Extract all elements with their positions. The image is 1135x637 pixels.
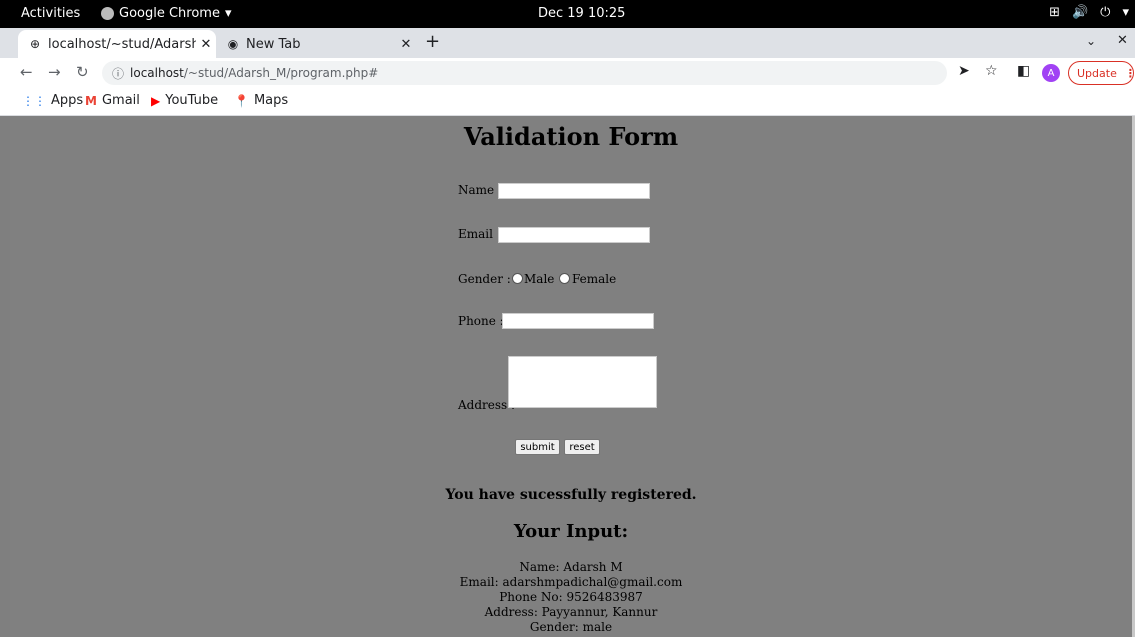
info-icon[interactable]: ⓘ	[112, 65, 124, 82]
profile-avatar[interactable]: A	[1042, 64, 1060, 82]
send-icon[interactable]: ➤	[958, 63, 970, 79]
tab-new-tab[interactable]: ◉ New Tab ✕	[218, 30, 416, 58]
new-tab-button[interactable]: +	[425, 31, 440, 52]
window-close-icon[interactable]: ✕	[1117, 33, 1128, 48]
youtube-icon: ▶	[151, 93, 161, 108]
caret-down-icon: ▾	[224, 6, 232, 21]
address-label: Address :	[458, 398, 516, 412]
name-label: Name :	[458, 183, 502, 197]
name-input[interactable]	[498, 183, 650, 199]
result-email: Email: adarshmpadichal@gmail.com	[459, 575, 683, 589]
bookmark-apps[interactable]: ⋮⋮ Apps	[22, 93, 83, 108]
bookmarks-bar: ⋮⋮ Apps M Gmail ▶ YouTube 📍 Maps	[0, 88, 1135, 116]
email-input[interactable]	[498, 227, 650, 243]
tab-search-chevron-icon[interactable]: ⌄	[1086, 34, 1096, 48]
activities-button[interactable]: Activities	[21, 6, 80, 21]
back-arrow-icon[interactable]: ←	[20, 63, 33, 81]
email-label: Email :	[458, 227, 501, 241]
globe-icon: ⊕	[29, 37, 41, 51]
apps-grid-icon: ⋮⋮	[22, 93, 46, 108]
gender-male-radio[interactable]	[512, 273, 523, 284]
tab-localhost[interactable]: ⊕ localhost/~stud/Adarsh_M ✕	[18, 30, 216, 58]
bookmark-label: Apps	[51, 93, 84, 108]
close-tab-icon[interactable]: ✕	[196, 37, 216, 52]
reload-icon[interactable]: ↻	[76, 63, 89, 81]
maps-pin-icon: 📍	[234, 93, 249, 108]
result-heading: Your Input:	[513, 521, 629, 542]
bookmark-label: Maps	[253, 93, 289, 108]
system-tray[interactable]: ⊞ 🔊 ⏻ ▾	[1049, 5, 1129, 20]
app-menu[interactable]: Google Chrome ▾	[101, 6, 232, 21]
success-message: You have sucessfully registered.	[445, 487, 697, 503]
bookmark-gmail[interactable]: M Gmail	[85, 93, 140, 108]
bookmark-label: YouTube	[165, 93, 219, 108]
page-content: Validation Form Name : Email : Gender : …	[10, 116, 1132, 637]
bookmark-maps[interactable]: 📍 Maps	[234, 93, 288, 108]
phone-label: Phone :	[458, 314, 504, 328]
side-panel-icon[interactable]: ◧	[1017, 63, 1030, 79]
tab-title: New Tab	[246, 36, 301, 52]
address-bar[interactable]: ⓘ localhost /~stud/Adarsh_M/program.php#	[102, 61, 947, 85]
gmail-icon: M	[85, 93, 97, 108]
browser-toolbar: ← → ↻ ⓘ localhost /~stud/Adarsh_M/progra…	[0, 58, 1135, 88]
network-icon: ⊞	[1049, 5, 1060, 20]
submit-button[interactable]: submit	[515, 439, 560, 455]
bookmark-youtube[interactable]: ▶ YouTube	[151, 93, 218, 108]
kebab-menu-icon: ⋮	[1124, 66, 1135, 80]
app-menu-label: Google Chrome	[119, 6, 220, 21]
caret-down-icon: ▾	[1122, 5, 1129, 20]
reset-button[interactable]: reset	[564, 439, 600, 455]
result-name: Name: Adarsh M	[519, 560, 623, 574]
update-label: Update	[1077, 66, 1117, 80]
clock[interactable]: Dec 19 10:25	[538, 6, 625, 21]
result-address: Address: Payyannur, Kannur	[484, 605, 658, 619]
url-host: localhost	[130, 66, 184, 80]
gender-male-label: Male	[524, 272, 555, 286]
close-tab-icon[interactable]: ✕	[396, 37, 416, 52]
page-title: Validation Form	[463, 122, 679, 151]
chrome-icon: ◉	[227, 37, 239, 51]
tab-title: localhost/~stud/Adarsh_M	[48, 36, 196, 52]
phone-input[interactable]	[502, 313, 654, 329]
result-phone: Phone No: 9526483987	[499, 590, 643, 604]
update-button[interactable]: Update ⋮	[1068, 61, 1135, 85]
chrome-logo-icon	[101, 7, 114, 20]
bookmark-star-icon[interactable]: ☆	[985, 63, 998, 79]
system-top-bar: Activities Google Chrome ▾ Dec 19 10:25 …	[0, 0, 1135, 28]
forward-arrow-icon[interactable]: →	[48, 63, 61, 81]
gender-female-label: Female	[572, 272, 617, 286]
result-gender: Gender: male	[529, 620, 613, 634]
url-path: /~stud/Adarsh_M/program.php#	[183, 66, 379, 80]
address-textarea[interactable]	[508, 356, 657, 408]
bookmark-label: Gmail	[101, 93, 140, 108]
volume-icon: 🔊	[1071, 5, 1089, 20]
gender-female-radio[interactable]	[559, 273, 570, 284]
tab-strip: ⊕ localhost/~stud/Adarsh_M ✕ ◉ New Tab ✕…	[0, 28, 1135, 58]
power-icon: ⏻	[1100, 5, 1111, 20]
gender-label: Gender :	[458, 272, 511, 286]
